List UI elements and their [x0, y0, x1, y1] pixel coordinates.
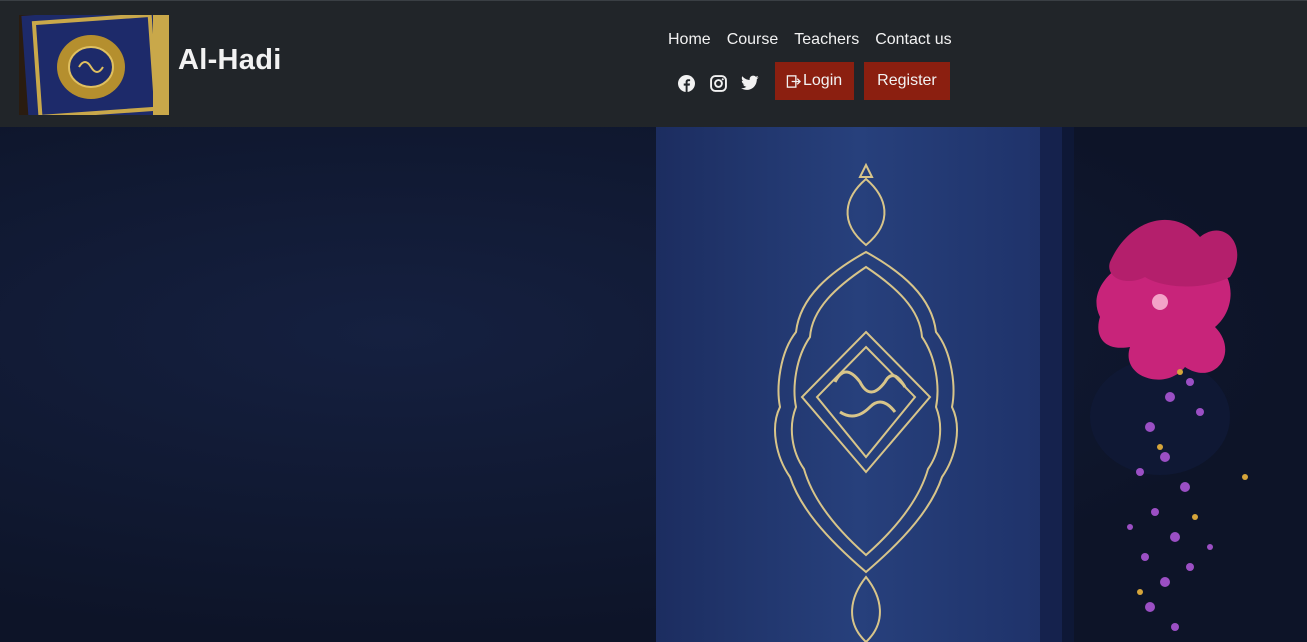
nav-menu: Home Course Teachers Contact us: [660, 31, 960, 49]
nav-link-teachers[interactable]: Teachers: [786, 31, 867, 49]
quran-cover-hero-image: [0, 127, 1307, 642]
instagram-icon[interactable]: [708, 73, 728, 93]
nav-link-contact[interactable]: Contact us: [867, 31, 959, 49]
social-and-auth-row: Login Register: [676, 62, 950, 100]
login-button[interactable]: Login: [775, 62, 855, 100]
top-navbar: Al-Hadi Home Course Teachers Contact us: [0, 0, 1307, 127]
register-button[interactable]: Register: [864, 62, 950, 100]
nav-link-home[interactable]: Home: [660, 31, 719, 49]
brand-title[interactable]: Al-Hadi: [178, 44, 282, 77]
quran-book-logo[interactable]: [19, 15, 169, 115]
nav-link-course[interactable]: Course: [719, 31, 787, 49]
facebook-icon[interactable]: [676, 73, 696, 93]
twitter-icon[interactable]: [740, 73, 760, 93]
login-label: Login: [803, 72, 843, 89]
login-icon: [786, 74, 801, 89]
